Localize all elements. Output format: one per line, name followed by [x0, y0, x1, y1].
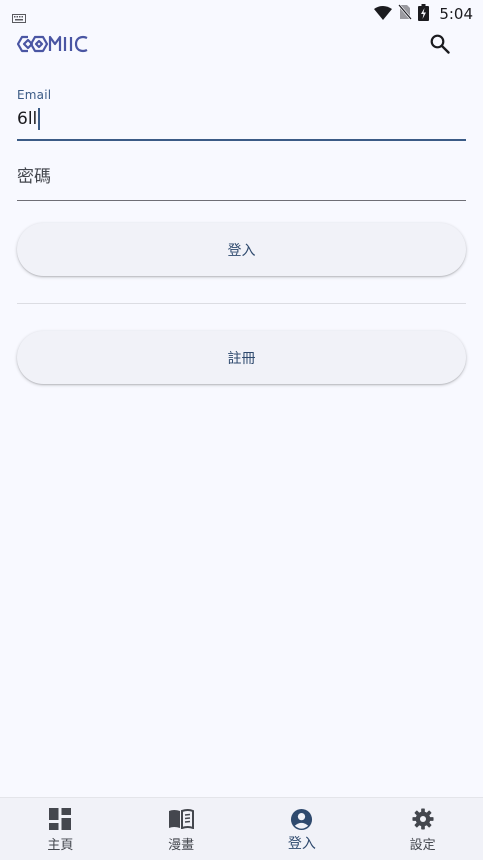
nav-label-login: 登入: [287, 836, 316, 852]
text-caret: [38, 108, 41, 130]
dashboard-icon: [49, 807, 72, 831]
account-circle-icon: [290, 807, 313, 831]
wifi-icon: [374, 5, 393, 24]
gear-icon: [412, 807, 434, 831]
keyboard-icon: [12, 8, 26, 27]
nav-item-login[interactable]: 登入: [242, 798, 363, 860]
bottom-navigation: 主頁 漫畫 登入 設定: [0, 797, 483, 860]
nav-label-settings: 設定: [409, 838, 436, 853]
nav-item-settings[interactable]: 設定: [362, 798, 483, 860]
login-button[interactable]: 登入: [17, 223, 466, 276]
login-button-label: 登入: [227, 242, 256, 259]
nav-item-comics[interactable]: 漫畫: [121, 798, 242, 860]
nav-label-comics: 漫畫: [168, 838, 195, 853]
battery-charging-icon: [418, 3, 430, 25]
register-button-label: 註冊: [227, 350, 256, 367]
divider: [17, 303, 466, 304]
nav-label-home: 主頁: [47, 838, 74, 853]
no-sim-icon: [398, 4, 413, 24]
app-bar: [0, 28, 483, 68]
password-placeholder: 密碼: [17, 167, 51, 187]
book-icon: [168, 807, 195, 831]
nav-item-home[interactable]: 主頁: [0, 798, 121, 860]
search-button[interactable]: [424, 30, 456, 62]
search-icon: [430, 34, 450, 58]
email-input[interactable]: 6ll: [17, 108, 41, 130]
email-input-value: 6ll: [17, 109, 38, 129]
email-field[interactable]: Email 6ll: [17, 86, 466, 141]
app-logo: [16, 34, 95, 58]
register-button[interactable]: 註冊: [17, 331, 466, 384]
email-label: Email: [17, 88, 52, 102]
password-field[interactable]: 密碼: [17, 150, 466, 201]
status-bar: 5:04: [0, 0, 483, 28]
status-time: 5:04: [439, 5, 473, 23]
